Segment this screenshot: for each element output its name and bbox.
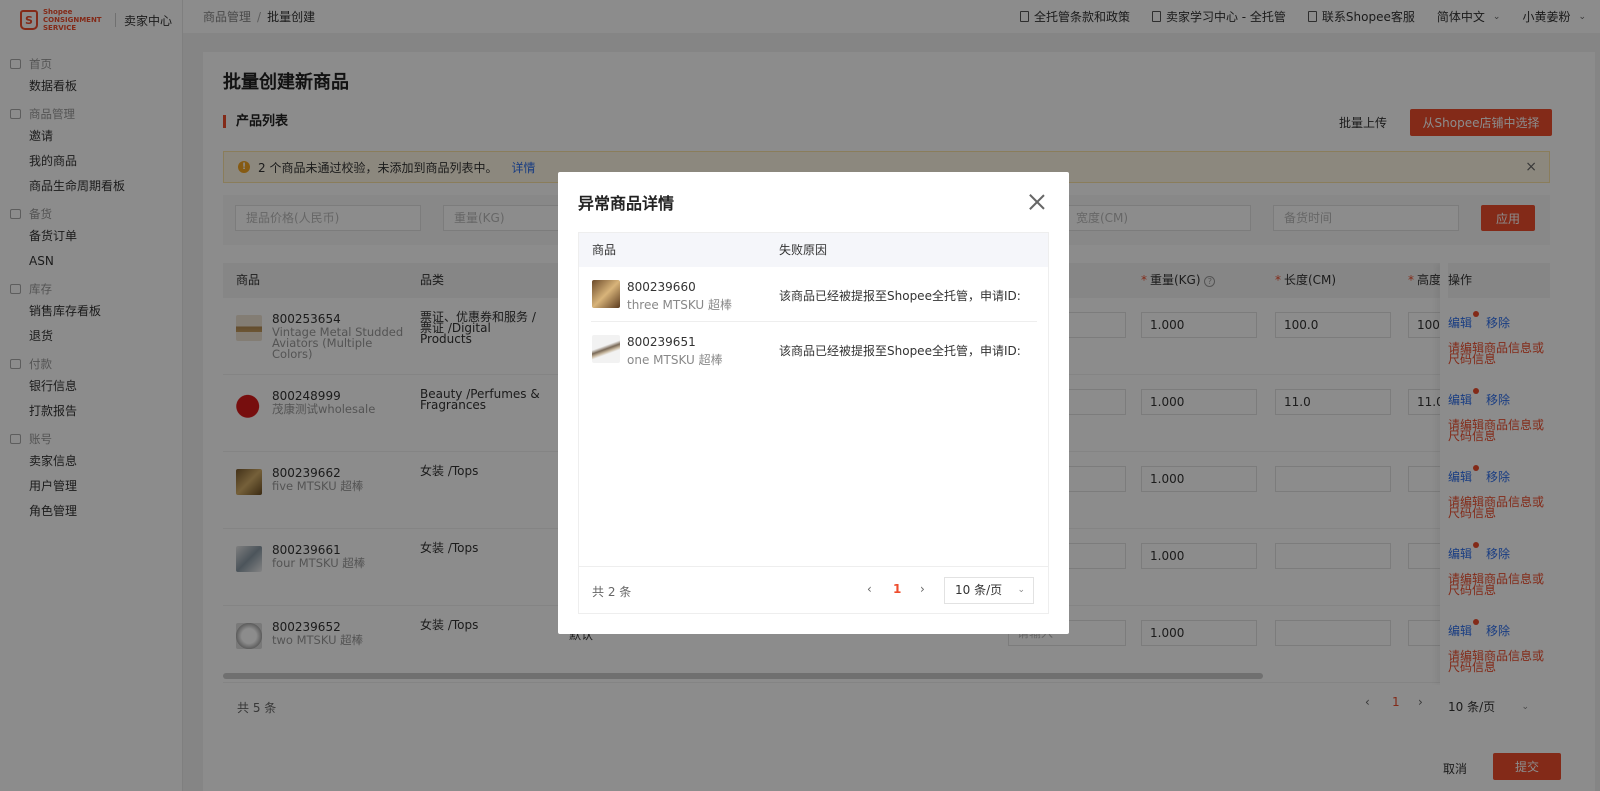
next-page-icon[interactable]: › xyxy=(920,582,925,596)
product-id: 800239660 xyxy=(627,280,696,294)
product-thumbnail xyxy=(592,335,620,363)
product-name: one MTSKU 超棒 xyxy=(627,353,723,367)
page-number[interactable]: 1 xyxy=(893,582,901,596)
page-size-value: 10 条/页 xyxy=(955,583,1003,597)
exception-table: 商品 失败原因 800239660 three MTSKU 超棒 该商品已经被提… xyxy=(578,232,1049,614)
exception-products-dialog: 异常商品详情 商品 失败原因 800239660 three MTSKU 超棒 … xyxy=(558,172,1069,634)
product-name: three MTSKU 超棒 xyxy=(627,298,733,312)
table-row: 800239651 one MTSKU 超棒 该商品已经被提报至Shopee全托… xyxy=(591,322,1037,377)
failure-reason: 该商品已经被提报至Shopee全托管，申请ID: xyxy=(779,289,1021,303)
page-size-select[interactable]: 10 条/页 ⌄ xyxy=(944,577,1034,604)
failure-reason: 该商品已经被提报至Shopee全托管，申请ID: xyxy=(779,344,1021,358)
total-count: 共 2 条 xyxy=(592,585,632,599)
table-row: 800239660 three MTSKU 超棒 该商品已经被提报至Shopee… xyxy=(591,267,1037,322)
column-header-reason: 失败原因 xyxy=(779,243,828,257)
close-icon[interactable] xyxy=(1029,194,1045,210)
prev-page-icon[interactable]: ‹ xyxy=(867,582,872,596)
product-thumbnail xyxy=(592,280,620,308)
column-header-product: 商品 xyxy=(592,243,617,257)
exception-table-header: 商品 失败原因 xyxy=(579,233,1048,267)
chevron-down-icon: ⌄ xyxy=(1017,585,1025,595)
product-id: 800239651 xyxy=(627,335,696,349)
dialog-title: 异常商品详情 xyxy=(578,194,675,213)
dialog-pagination: 共 2 条 ‹ 1 › 10 条/页 ⌄ xyxy=(579,566,1048,614)
